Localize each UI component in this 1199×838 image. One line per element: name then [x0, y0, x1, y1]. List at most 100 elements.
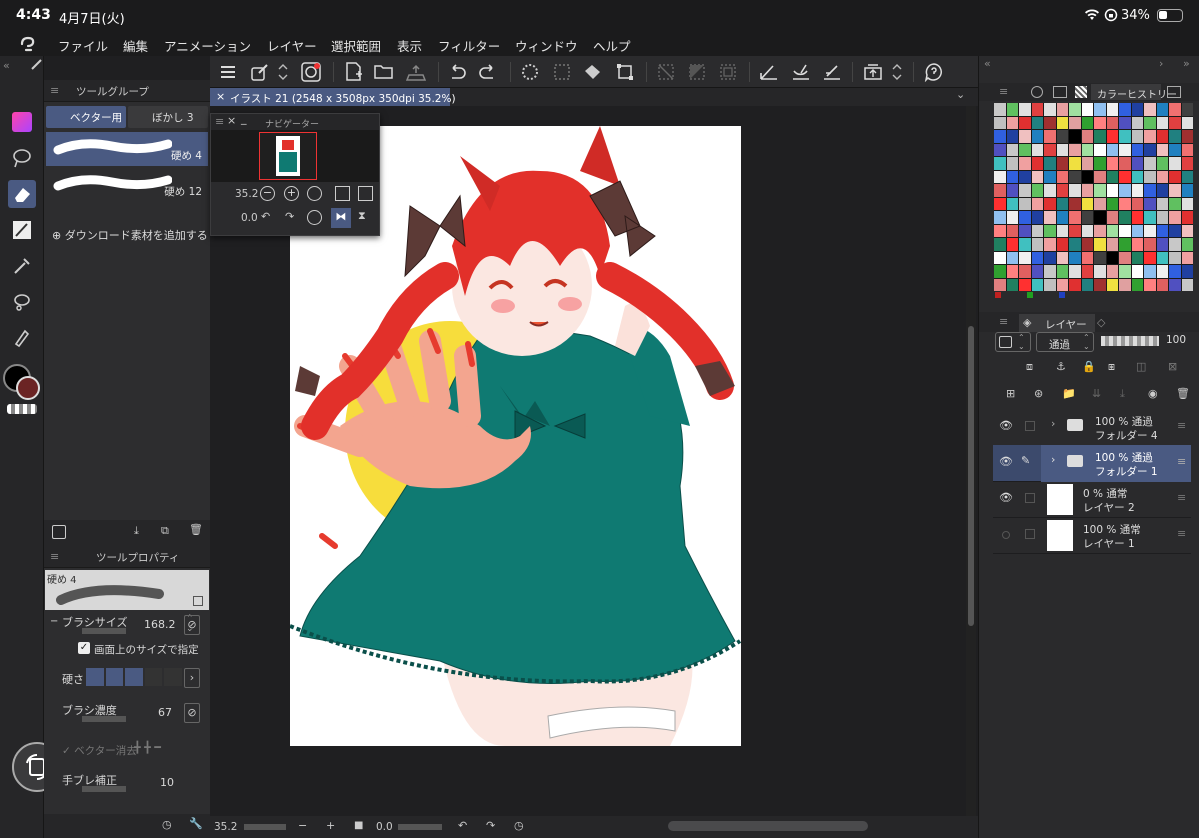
- color-history-swatch[interactable]: [1006, 116, 1018, 129]
- fill-tool-icon[interactable]: [8, 324, 36, 352]
- hardness-selector[interactable]: [86, 668, 182, 686]
- color-history-swatch[interactable]: [994, 157, 1006, 170]
- color-history-swatch[interactable]: [1069, 103, 1081, 116]
- color-history-swatch[interactable]: [1106, 103, 1118, 116]
- brush-settings-icon[interactable]: [52, 525, 66, 539]
- color-history-swatch[interactable]: [1044, 224, 1056, 237]
- eye-icon[interactable]: 👁: [999, 491, 1013, 504]
- color-history-swatch[interactable]: [1031, 278, 1043, 291]
- color-history-swatch[interactable]: [1094, 130, 1106, 143]
- color-history-swatch[interactable]: [1006, 251, 1018, 264]
- clear-icon[interactable]: [519, 61, 541, 83]
- color-history-swatch[interactable]: [1019, 130, 1031, 143]
- color-history-swatch[interactable]: [1069, 130, 1081, 143]
- drag-handle-icon[interactable]: ≡: [1177, 419, 1186, 432]
- color-history-swatch[interactable]: [1094, 224, 1106, 237]
- color-history-swatch[interactable]: [1044, 130, 1056, 143]
- color-history-swatch[interactable]: [1031, 238, 1043, 251]
- merge-down-icon[interactable]: ⤓: [1120, 387, 1125, 401]
- color-history-swatch[interactable]: [1081, 238, 1093, 251]
- horizontal-scrollbar[interactable]: [668, 821, 868, 831]
- color-history-swatch[interactable]: [1106, 184, 1118, 197]
- bottom-rotation-value[interactable]: 0.0: [376, 821, 393, 833]
- rotate-left-icon[interactable]: ↶: [458, 819, 467, 832]
- flip-vertical-icon[interactable]: ⧗: [358, 209, 366, 223]
- app-logo-icon[interactable]: [18, 35, 38, 53]
- color-history-swatch[interactable]: [994, 143, 1006, 156]
- curve-ruler-icon[interactable]: [790, 61, 812, 83]
- color-history-swatch[interactable]: [1069, 143, 1081, 156]
- flip-horizontal-icon[interactable]: ⧓: [331, 208, 351, 228]
- color-history-swatch[interactable]: [1031, 211, 1043, 224]
- fit-window-icon[interactable]: [358, 186, 373, 201]
- color-history-swatch[interactable]: [1094, 116, 1106, 129]
- color-history-swatch[interactable]: [1006, 238, 1018, 251]
- color-history-swatch[interactable]: [1069, 224, 1081, 237]
- color-history-swatch[interactable]: [1156, 116, 1168, 129]
- move-tool-icon[interactable]: [8, 144, 36, 172]
- layer-property-icon[interactable]: ◇: [1097, 316, 1105, 329]
- layer-select-checkbox[interactable]: [1025, 493, 1035, 503]
- layer-color-toggle[interactable]: ⌃ ⌄: [995, 332, 1031, 352]
- color-history-swatch[interactable]: [1131, 265, 1143, 278]
- color-history-swatch[interactable]: [1169, 278, 1181, 291]
- color-history-swatch[interactable]: [1144, 265, 1156, 278]
- mask-icon[interactable]: ◉: [1148, 387, 1158, 400]
- color-history-swatch[interactable]: [1156, 238, 1168, 251]
- color-history-swatch[interactable]: [1056, 211, 1068, 224]
- color-history-swatch[interactable]: [1169, 211, 1181, 224]
- color-history-swatch[interactable]: [1106, 130, 1118, 143]
- import-icon[interactable]: ⤓: [134, 524, 139, 538]
- color-history-swatch[interactable]: [1119, 130, 1131, 143]
- color-history-swatch[interactable]: [1094, 211, 1106, 224]
- eye-hidden-icon[interactable]: [1002, 531, 1010, 539]
- fill-icon[interactable]: [582, 61, 604, 83]
- color-history-swatch[interactable]: [994, 116, 1006, 129]
- color-history-swatch[interactable]: [1144, 224, 1156, 237]
- expand-right-icon[interactable]: »: [1183, 57, 1190, 70]
- color-history-swatch[interactable]: [1081, 278, 1093, 291]
- mask-enable-icon[interactable]: ◫: [1136, 360, 1146, 373]
- rotate-right-icon[interactable]: ↷: [486, 819, 495, 832]
- color-history-swatch[interactable]: [1156, 103, 1168, 116]
- drag-handle-icon[interactable]: ≡: [1177, 527, 1186, 540]
- color-history-swatch[interactable]: [1181, 224, 1193, 237]
- color-history-swatch[interactable]: [994, 170, 1006, 183]
- color-history-swatch[interactable]: [1081, 170, 1093, 183]
- layer-row[interactable]: 100 % 通常 レイヤー 1 ≡: [993, 517, 1191, 554]
- chevron-right-icon[interactable]: ›: [184, 668, 200, 688]
- color-history-grid[interactable]: [994, 103, 1193, 291]
- color-history-swatch[interactable]: [1169, 116, 1181, 129]
- chevron-right-icon[interactable]: ›: [1051, 453, 1055, 466]
- pen-tab-icon[interactable]: [30, 57, 44, 71]
- layer-select-checkbox[interactable]: [1025, 421, 1035, 431]
- color-history-swatch[interactable]: [1181, 103, 1193, 116]
- color-history-swatch[interactable]: [1131, 251, 1143, 264]
- deselect-icon[interactable]: [655, 61, 677, 83]
- trash-icon[interactable]: 🗑: [189, 523, 203, 536]
- color-history-swatch[interactable]: [1094, 265, 1106, 278]
- brush-size-slider[interactable]: [82, 628, 126, 634]
- color-history-swatch[interactable]: [1069, 184, 1081, 197]
- color-history-swatch[interactable]: [1144, 238, 1156, 251]
- new-folder-icon[interactable]: 📁: [1062, 387, 1076, 400]
- color-history-swatch[interactable]: [1106, 143, 1118, 156]
- menu-edit[interactable]: 編集: [123, 36, 148, 55]
- color-history-swatch[interactable]: [1006, 278, 1018, 291]
- color-history-swatch[interactable]: [1119, 211, 1131, 224]
- chevron-down-icon[interactable]: ⌄: [956, 88, 965, 101]
- layer-select-checkbox[interactable]: [1025, 529, 1035, 539]
- color-chip[interactable]: [1027, 292, 1033, 298]
- color-history-swatch[interactable]: [1169, 157, 1181, 170]
- color-history-swatch[interactable]: [1119, 251, 1131, 264]
- sub-view-icon[interactable]: [1167, 86, 1181, 98]
- color-history-swatch[interactable]: [1056, 265, 1068, 278]
- color-wheel-icon[interactable]: [1031, 86, 1043, 98]
- color-history-swatch[interactable]: [1169, 130, 1181, 143]
- panel-menu-icon[interactable]: ≡: [50, 550, 59, 563]
- color-history-swatch[interactable]: [1094, 238, 1106, 251]
- navigator-rotation-value[interactable]: 0.0: [241, 212, 258, 224]
- color-history-swatch[interactable]: [1019, 278, 1031, 291]
- color-history-swatch[interactable]: [1006, 130, 1018, 143]
- color-history-swatch[interactable]: [1044, 197, 1056, 210]
